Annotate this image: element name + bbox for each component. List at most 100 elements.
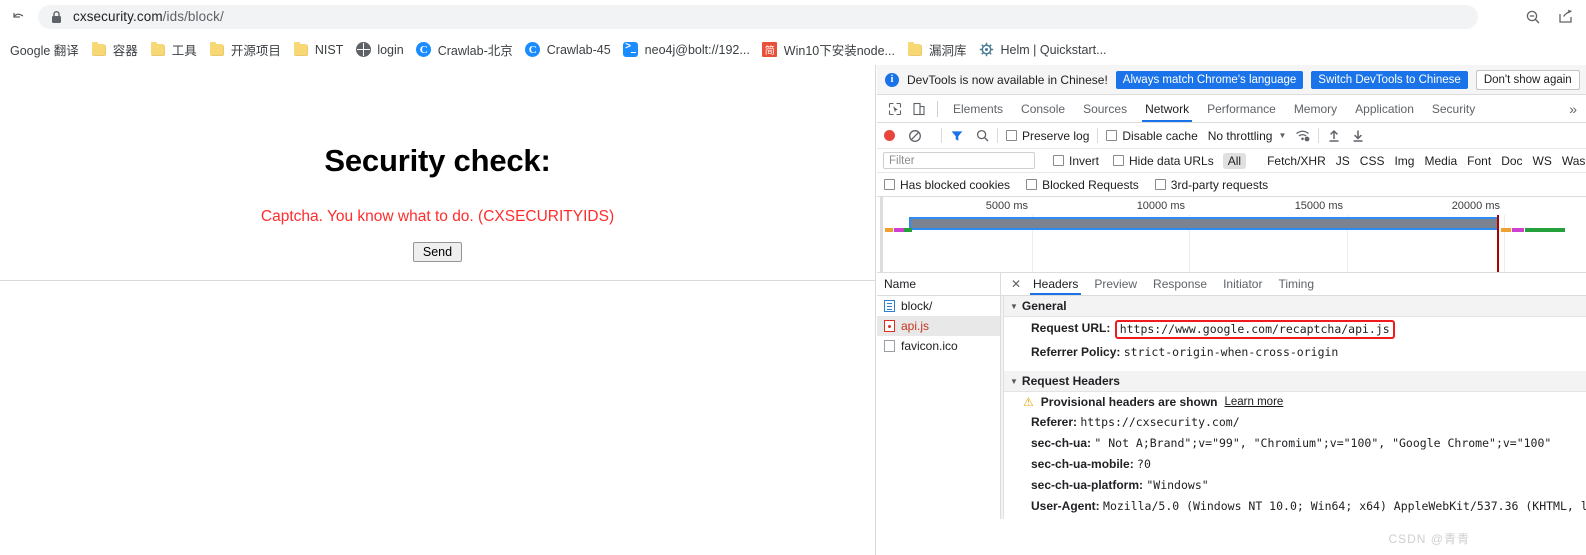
more-tabs-icon[interactable]: » — [1569, 101, 1586, 117]
header-value: https://cxsecurity.com/ — [1080, 415, 1240, 429]
bookmark-neo4j[interactable]: neo4j@bolt://192... — [617, 38, 756, 62]
blocked-requests-checkbox[interactable]: Blocked Requests — [1026, 178, 1139, 192]
bookmark-win10-node[interactable]: 简 Win10下安装node... — [756, 38, 901, 62]
third-party-requests-checkbox[interactable]: 3rd-party requests — [1154, 178, 1268, 192]
request-headers-section-header[interactable]: ▼ Request Headers — [1001, 371, 1586, 392]
detail-tab-initiator[interactable]: Initiator — [1215, 273, 1270, 295]
bookmark-label: Helm | Quickstart... — [1000, 42, 1107, 57]
bookmark-helm-quickstart[interactable]: Helm | Quickstart... — [972, 38, 1112, 62]
document-icon — [884, 300, 895, 312]
share-icon[interactable] — [1556, 8, 1574, 26]
helm-icon — [978, 42, 994, 58]
tab-elements[interactable]: Elements — [944, 95, 1012, 122]
filter-type-img[interactable]: Img — [1389, 153, 1419, 169]
bookmark-loudongku[interactable]: 漏洞库 — [901, 38, 973, 62]
detail-tab-preview[interactable]: Preview — [1086, 273, 1145, 295]
chevron-down-icon[interactable]: ▼ — [1278, 131, 1286, 140]
referrer-policy-value: strict-origin-when-cross-origin — [1123, 345, 1339, 359]
checkbox-box — [1106, 130, 1118, 141]
inspect-element-icon[interactable] — [883, 98, 907, 120]
detail-left-gutter — [1001, 296, 1004, 519]
address-bar-text: cxsecurity.com/ids/block/ — [73, 9, 224, 24]
filter-type-js[interactable]: JS — [1331, 153, 1355, 169]
filter-icon[interactable] — [950, 129, 964, 143]
detail-tab-timing[interactable]: Timing — [1270, 273, 1322, 295]
checkbox-box — [884, 179, 895, 190]
detail-tab-response[interactable]: Response — [1145, 273, 1215, 295]
header-value: Mozilla/5.0 (Windows NT 10.0; Win64; x64… — [1103, 499, 1586, 513]
filter-type-doc[interactable]: Doc — [1496, 153, 1527, 169]
checkbox-box — [1006, 130, 1017, 141]
has-blocked-cookies-checkbox[interactable]: Has blocked cookies — [884, 178, 1010, 192]
throttling-select[interactable]: No throttling — [1208, 129, 1273, 143]
tab-performance[interactable]: Performance — [1198, 95, 1285, 122]
bookmark-nist[interactable]: NIST — [287, 38, 349, 62]
tab-memory[interactable]: Memory — [1285, 95, 1346, 122]
bookmark-login[interactable]: login — [349, 38, 409, 62]
detail-tab-headers[interactable]: Headers — [1025, 273, 1086, 295]
overview-tick-10000: 10000 ms — [1136, 200, 1185, 212]
disable-cache-checkbox[interactable]: Disable cache — [1106, 129, 1198, 143]
request-row-block[interactable]: block/ — [877, 296, 1000, 316]
close-icon[interactable]: ✕ — [1007, 277, 1025, 291]
back-arrow-icon[interactable] — [0, 9, 38, 25]
devtools-language-notice: i DevTools is now available in Chinese! … — [877, 65, 1586, 95]
header-key: Referer: — [1031, 415, 1078, 429]
request-url-value: https://www.google.com/recaptcha/api.js — [1119, 322, 1390, 336]
tab-security[interactable]: Security — [1423, 95, 1484, 122]
record-icon[interactable] — [884, 130, 895, 141]
zoom-out-icon[interactable] — [1524, 8, 1542, 26]
export-har-icon[interactable] — [1351, 129, 1365, 143]
filter-type-font[interactable]: Font — [1462, 153, 1496, 169]
bookmark-rongqi[interactable]: 容器 — [85, 38, 144, 62]
terminal-icon — [623, 41, 639, 58]
filter-type-css[interactable]: CSS — [1355, 153, 1390, 169]
tab-network[interactable]: Network — [1136, 95, 1198, 122]
folder-icon — [907, 41, 923, 58]
address-bar[interactable]: cxsecurity.com/ids/block/ — [38, 4, 1478, 29]
always-match-language-button[interactable]: Always match Chrome's language — [1115, 70, 1304, 89]
filter-type-fetch-xhr[interactable]: Fetch/XHR — [1262, 153, 1331, 169]
filter-type-all[interactable]: All — [1222, 152, 1247, 169]
bookmark-kaiyuanxiangmu[interactable]: 开源项目 — [203, 38, 287, 62]
referrer-policy-key: Referrer Policy: — [1031, 345, 1121, 359]
search-icon[interactable] — [976, 129, 989, 142]
filter-type-wasm[interactable]: Wasm — [1557, 153, 1586, 169]
request-list-header[interactable]: Name — [877, 273, 1000, 296]
network-overview-timeline[interactable]: 5000 ms 10000 ms 15000 ms 20000 ms — [877, 197, 1586, 273]
blocked-requests-label: Blocked Requests — [1042, 177, 1139, 192]
bookmark-crawlab-45[interactable]: C Crawlab-45 — [519, 38, 617, 62]
bookmark-gongju[interactable]: 工具 — [144, 38, 203, 62]
overview-load-marker — [1497, 215, 1499, 272]
bookmark-google-translate[interactable]: Google 翻译 — [4, 38, 85, 62]
request-row-apijs[interactable]: api.js — [877, 316, 1000, 336]
bookmark-crawlab-beijing[interactable]: C Crawlab-北京 — [410, 38, 519, 62]
device-toolbar-icon[interactable] — [907, 98, 931, 120]
request-headers-section-title: Request Headers — [1021, 374, 1120, 388]
filter-type-media[interactable]: Media — [1419, 153, 1462, 169]
script-icon — [884, 320, 895, 332]
tab-sources[interactable]: Sources — [1074, 95, 1136, 122]
general-section-header[interactable]: ▼ General — [1001, 296, 1586, 317]
overview-selection-band[interactable] — [909, 217, 1499, 230]
request-row-favicon[interactable]: favicon.ico — [877, 336, 1000, 356]
invert-checkbox[interactable]: Invert — [1053, 154, 1099, 168]
info-icon: i — [885, 72, 899, 87]
overview-left-edge — [880, 197, 883, 272]
tab-application[interactable]: Application — [1346, 95, 1423, 122]
header-row-user-agent-cont: Gecko) Chrome/100.0.4896.60 Safari/537.3… — [1001, 517, 1586, 519]
clear-icon[interactable] — [908, 129, 922, 143]
import-har-icon[interactable] — [1327, 129, 1341, 143]
bookmark-label: login — [377, 42, 404, 57]
bookmark-label: neo4j@bolt://192... — [644, 42, 750, 57]
tab-console[interactable]: Console — [1012, 95, 1074, 122]
send-button[interactable]: Send — [412, 242, 463, 262]
preserve-log-checkbox[interactable]: Preserve log — [1006, 129, 1089, 143]
filter-type-ws[interactable]: WS — [1528, 153, 1557, 169]
hide-data-urls-checkbox[interactable]: Hide data URLs — [1113, 154, 1214, 168]
network-conditions-icon[interactable] — [1295, 129, 1310, 143]
learn-more-link[interactable]: Learn more — [1225, 396, 1284, 408]
switch-to-chinese-button[interactable]: Switch DevTools to Chinese — [1311, 70, 1468, 89]
dont-show-again-button[interactable]: Don't show again — [1475, 69, 1580, 90]
filter-input[interactable] — [883, 152, 1035, 169]
